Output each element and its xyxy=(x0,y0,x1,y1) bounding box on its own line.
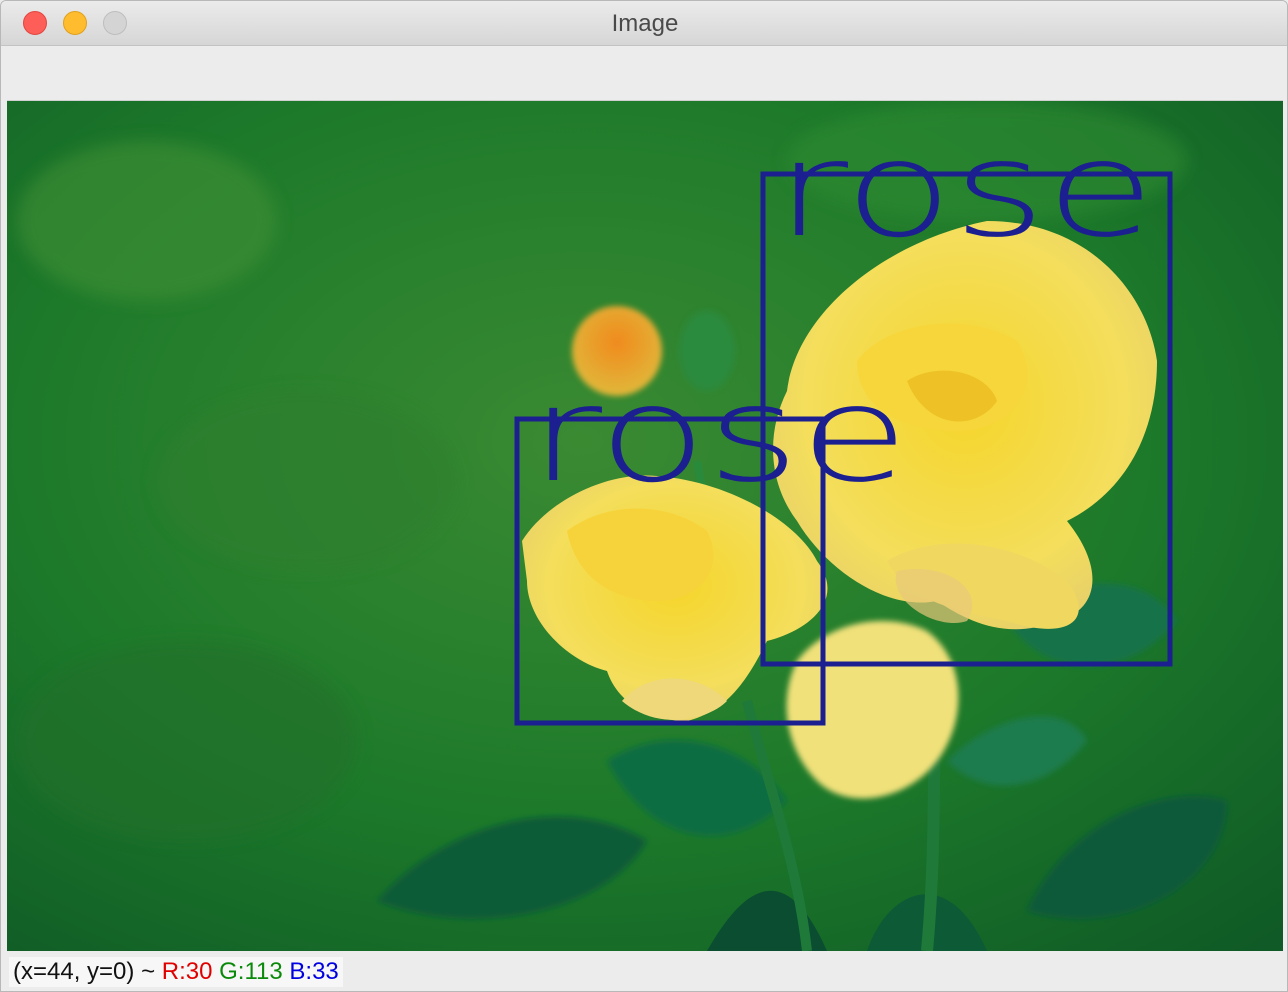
pixel-readout: (x=44, y=0) ~ R:30 G:113 B:33 xyxy=(9,957,343,987)
window-title: Image xyxy=(611,10,679,37)
title-bar[interactable]: Image xyxy=(1,1,1287,46)
status-bar: (x=44, y=0) ~ R:30 G:113 B:33 xyxy=(7,951,1283,991)
image-display: rose rose xyxy=(7,101,1283,951)
green-value: G:113 xyxy=(219,958,283,985)
blue-value: B:33 xyxy=(289,958,339,985)
image-window: Image rose rose (x=44, y=0) ~ R:30 G:113… xyxy=(0,0,1288,992)
image-canvas[interactable]: rose rose xyxy=(7,101,1283,951)
toolbar xyxy=(7,46,1283,101)
detection-label-2: rose xyxy=(529,358,909,512)
red-value: R:30 xyxy=(161,958,213,985)
detection-label-1: rose xyxy=(775,113,1155,267)
coords-text: (x=44, y=0) ~ xyxy=(13,958,156,985)
